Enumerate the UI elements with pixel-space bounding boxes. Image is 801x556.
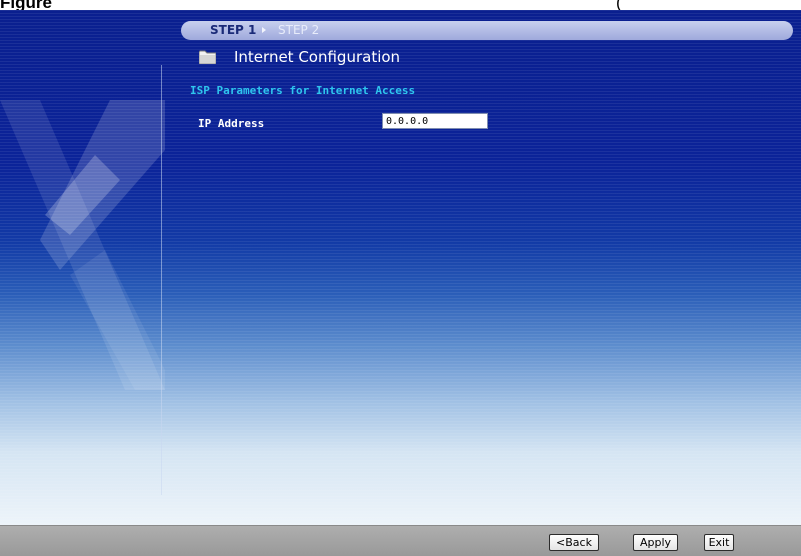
apply-button[interactable]: Apply: [633, 534, 678, 551]
wizard-background: STEP 1 STEP 2 Internet Configuration ISP…: [0, 10, 801, 525]
figure-caption-right: (: [616, 0, 622, 10]
folder-icon: [199, 50, 216, 64]
step-2-label: STEP 2: [278, 23, 320, 37]
right-arrow-icon: [262, 27, 266, 33]
ip-address-label: IP Address: [198, 117, 265, 130]
exit-button[interactable]: Exit: [704, 534, 734, 551]
x-logo-watermark: [0, 100, 165, 390]
isp-parameters-heading: ISP Parameters for Internet Access: [190, 84, 416, 97]
page-title: Internet Configuration: [234, 48, 401, 66]
sidebar-divider: [161, 65, 162, 495]
document-caption-strip: Figure (: [0, 0, 801, 10]
back-button[interactable]: <Back: [549, 534, 599, 551]
ip-address-input[interactable]: [382, 113, 488, 129]
figure-caption-left: Figure: [0, 0, 52, 10]
wizard-step-bar: STEP 1 STEP 2: [181, 21, 793, 40]
step-1-label: STEP 1: [210, 23, 257, 37]
bottom-button-bar: <Back Apply Exit: [0, 525, 801, 556]
